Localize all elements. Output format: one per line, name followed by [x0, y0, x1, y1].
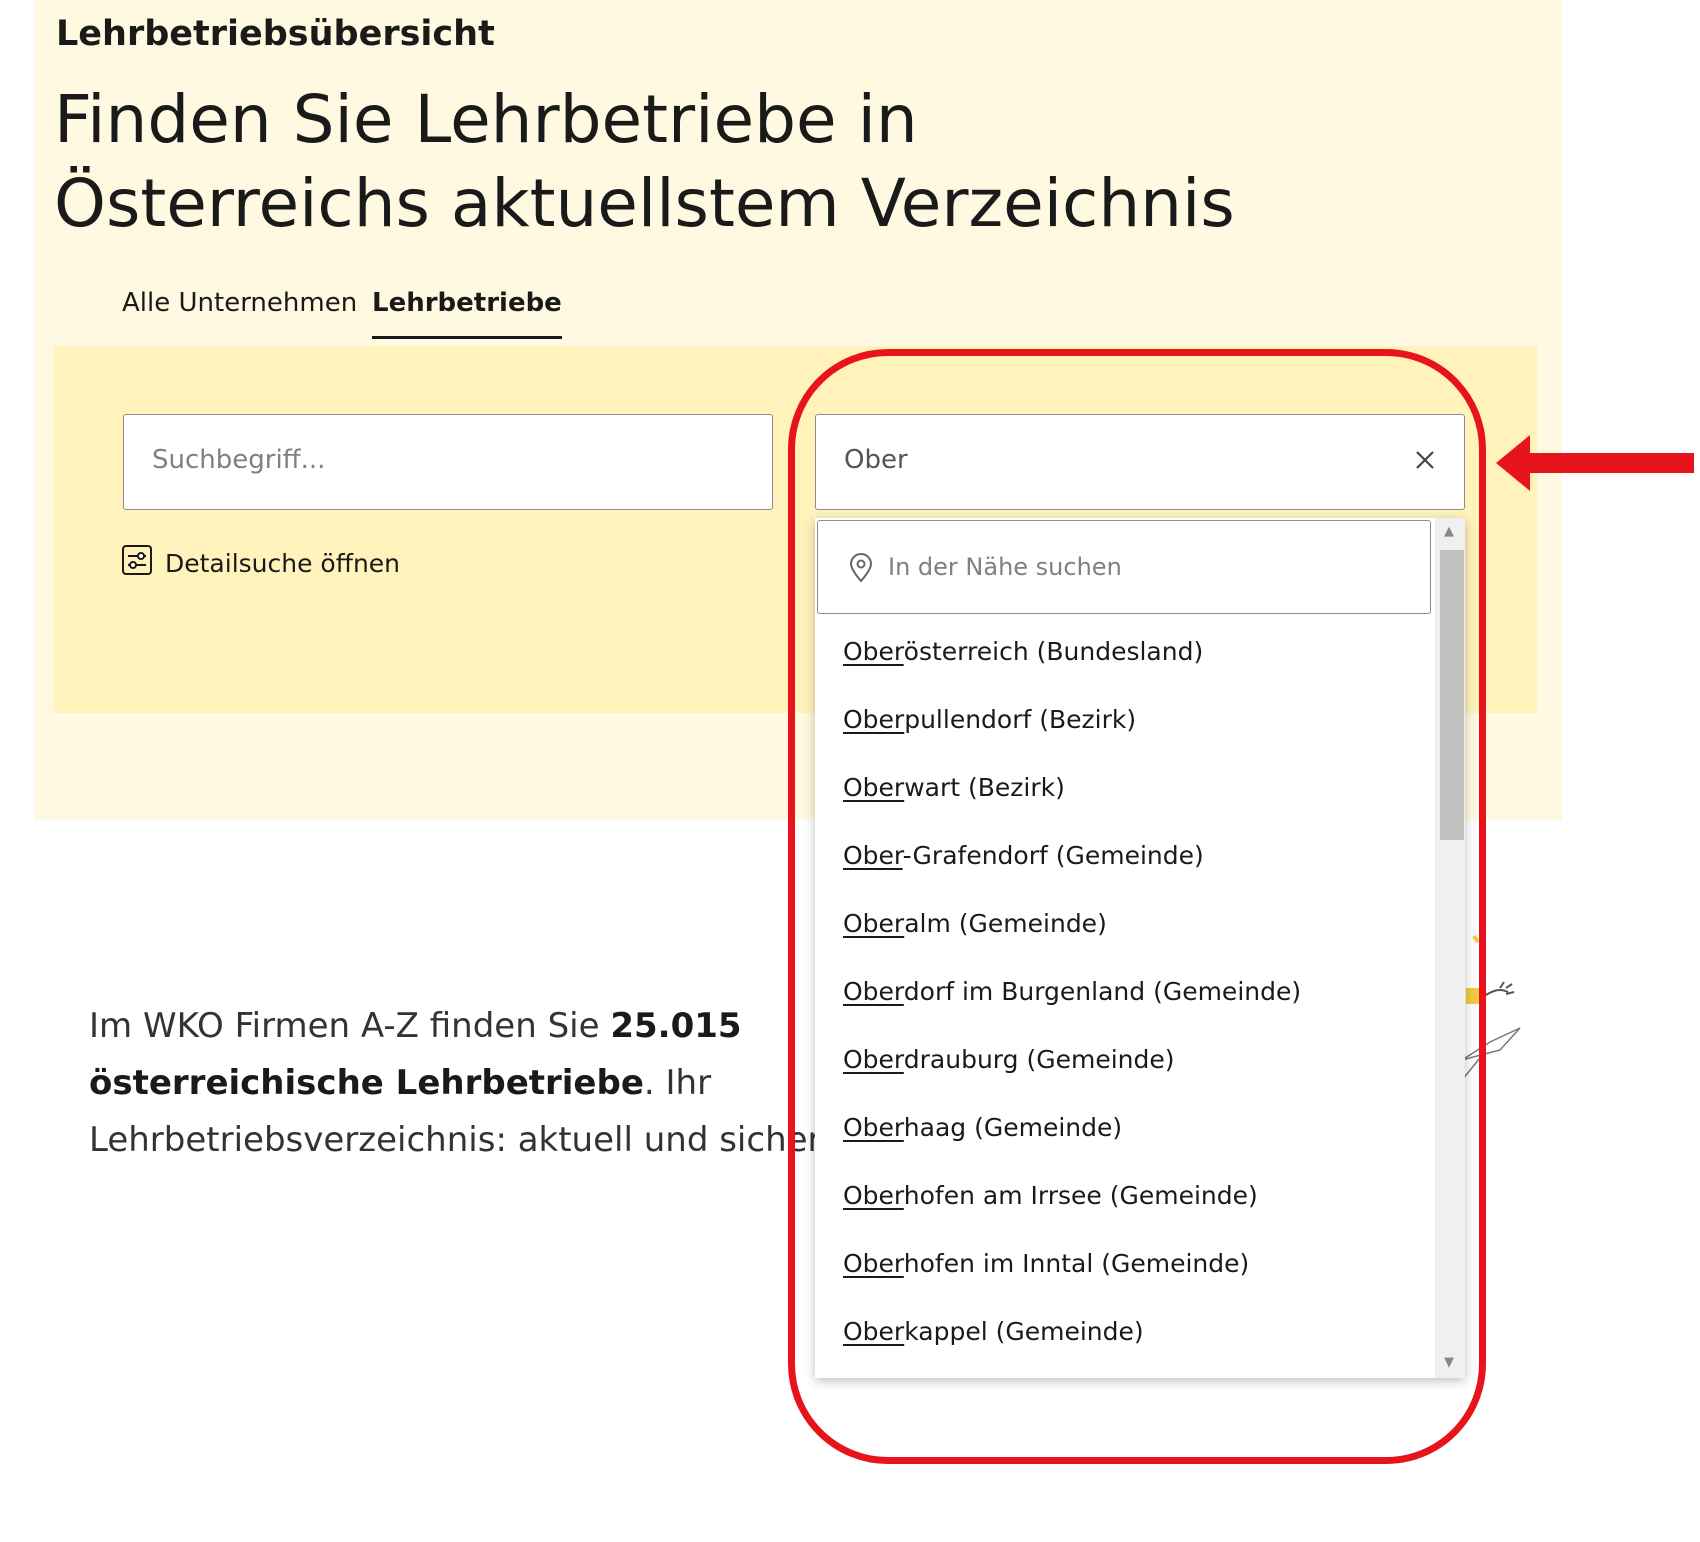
suggestion-text: alm (Gemeinde): [904, 909, 1107, 938]
match-text: Ober: [843, 1317, 905, 1346]
match-text: Ober: [843, 1045, 904, 1074]
page-kicker: Lehrbetriebsübersicht: [56, 14, 495, 54]
suggestion-text: wart (Bezirk): [904, 773, 1065, 802]
list-item[interactable]: Oberwart (Bezirk): [843, 754, 1433, 822]
list-item[interactable]: Oberhofen am Irrsee (Gemeinde): [843, 1162, 1433, 1230]
detail-search-link[interactable]: Detailsuche öffnen: [121, 544, 400, 582]
suggestion-text: österreich (Bundesland): [903, 637, 1204, 666]
near-me-label: In der Nähe suchen: [888, 553, 1122, 581]
list-item[interactable]: Oberdorf im Burgenland (Gemeinde): [843, 958, 1433, 1026]
scroll-up-arrow-icon[interactable]: ▲: [1444, 524, 1454, 539]
list-item[interactable]: Oberhaag (Gemeinde): [843, 1094, 1433, 1162]
search-input[interactable]: Suchbegriff...: [123, 414, 773, 510]
location-value: Ober: [844, 445, 908, 475]
decorative-illustration: [1460, 930, 1540, 1124]
map-pin-icon: [849, 553, 873, 583]
tab-alle-unternehmen[interactable]: Alle Unternehmen: [122, 288, 357, 318]
scrollbar-thumb[interactable]: [1440, 550, 1464, 840]
match-text: Ober: [843, 705, 905, 734]
list-item[interactable]: Oberalm (Gemeinde): [843, 890, 1433, 958]
match-text: Ober: [843, 909, 905, 938]
detail-search-label: Detailsuche öffnen: [165, 548, 401, 578]
suggestion-list: Oberösterreich (Bundesland) Oberpullendo…: [843, 618, 1433, 1366]
suggestion-text: pullendorf (Bezirk): [904, 705, 1137, 734]
tab-lehrbetriebe[interactable]: Lehrbetriebe: [372, 288, 562, 339]
suggestion-text: dorf im Burgenland (Gemeinde): [903, 977, 1302, 1006]
suggestion-text: haag (Gemeinde): [903, 1113, 1123, 1142]
search-placeholder: Suchbegriff...: [152, 445, 326, 475]
page-title: Finden Sie Lehrbetriebe in Österreichs a…: [54, 81, 1235, 242]
annotation-arrow-icon: [1496, 433, 1696, 497]
suggestion-text: -Grafendorf (Gemeinde): [902, 841, 1204, 870]
dropdown-scrollbar[interactable]: ▲ ▼: [1435, 518, 1465, 1378]
suggestion-text: hofen am Irrsee (Gemeinde): [903, 1181, 1258, 1210]
match-text: Ober: [843, 1181, 904, 1210]
list-item[interactable]: Oberdrauburg (Gemeinde): [843, 1026, 1433, 1094]
location-suggestions-dropdown: In der Nähe suchen Oberösterreich (Bunde…: [815, 518, 1465, 1378]
scroll-down-arrow-icon[interactable]: ▼: [1444, 1355, 1454, 1370]
match-text: Ober: [843, 773, 905, 802]
list-item[interactable]: Oberkappel (Gemeinde): [843, 1298, 1433, 1366]
filter-sliders-icon: [121, 544, 165, 582]
suggestion-text: hofen im Inntal (Gemeinde): [903, 1249, 1250, 1278]
close-icon[interactable]: [1414, 449, 1436, 471]
match-text: Ober: [843, 1249, 904, 1278]
match-text: Ober: [843, 637, 904, 666]
list-item[interactable]: Ober-Grafendorf (Gemeinde): [843, 822, 1433, 890]
intro-part1: Im WKO Firmen A-Z finden Sie: [89, 1006, 611, 1046]
list-item[interactable]: Oberpullendorf (Bezirk): [843, 686, 1433, 754]
list-item[interactable]: Oberösterreich (Bundesland): [843, 618, 1433, 686]
near-me-search[interactable]: In der Nähe suchen: [817, 520, 1431, 614]
suggestion-text: kappel (Gemeinde): [904, 1317, 1144, 1346]
match-text: Ober: [843, 977, 904, 1006]
intro-text: Im WKO Firmen A-Z finden Sie 25.015 öste…: [89, 998, 909, 1169]
match-text: Ober: [843, 1113, 904, 1142]
suggestion-text: drauburg (Gemeinde): [903, 1045, 1175, 1074]
list-item[interactable]: Oberhofen im Inntal (Gemeinde): [843, 1230, 1433, 1298]
location-input[interactable]: Ober: [815, 414, 1465, 510]
match-text: Ober: [843, 841, 903, 870]
